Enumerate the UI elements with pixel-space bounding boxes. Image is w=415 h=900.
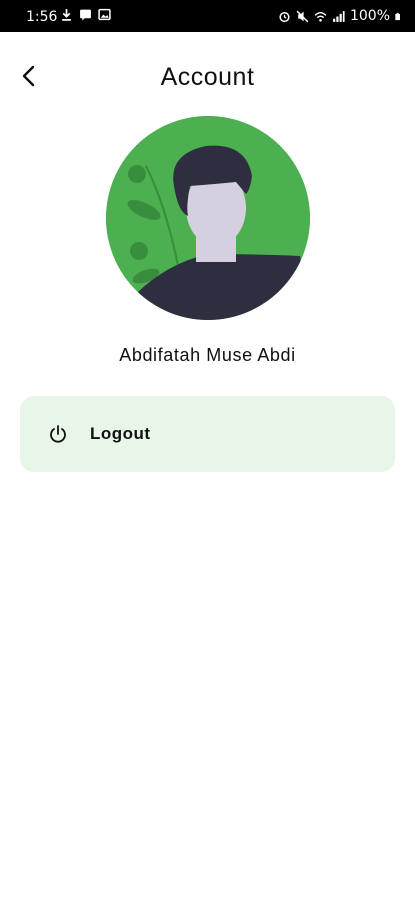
image-icon xyxy=(98,8,111,21)
logout-button[interactable]: Logout xyxy=(20,396,395,472)
status-bar: 1:56 100% xyxy=(0,0,415,32)
logout-label: Logout xyxy=(90,424,151,443)
page-title: Account xyxy=(160,63,255,91)
download-icon xyxy=(62,9,71,21)
avatar xyxy=(106,116,310,320)
message-icon xyxy=(80,9,91,21)
mute-icon xyxy=(296,10,309,22)
avatar-illustration xyxy=(106,116,310,320)
alarm-icon xyxy=(279,11,290,22)
status-notification-icons xyxy=(60,8,111,21)
battery-icon xyxy=(395,12,400,20)
status-time: 1:56 xyxy=(26,9,58,25)
power-icon xyxy=(50,425,66,443)
signal-icon xyxy=(333,10,345,22)
app-header: Account xyxy=(0,55,415,101)
wifi-icon xyxy=(314,11,327,22)
user-name: Abdifatah Muse Abdi xyxy=(119,345,296,365)
status-system-icons: 100% xyxy=(278,8,403,24)
battery-percent: 100% xyxy=(349,8,390,24)
